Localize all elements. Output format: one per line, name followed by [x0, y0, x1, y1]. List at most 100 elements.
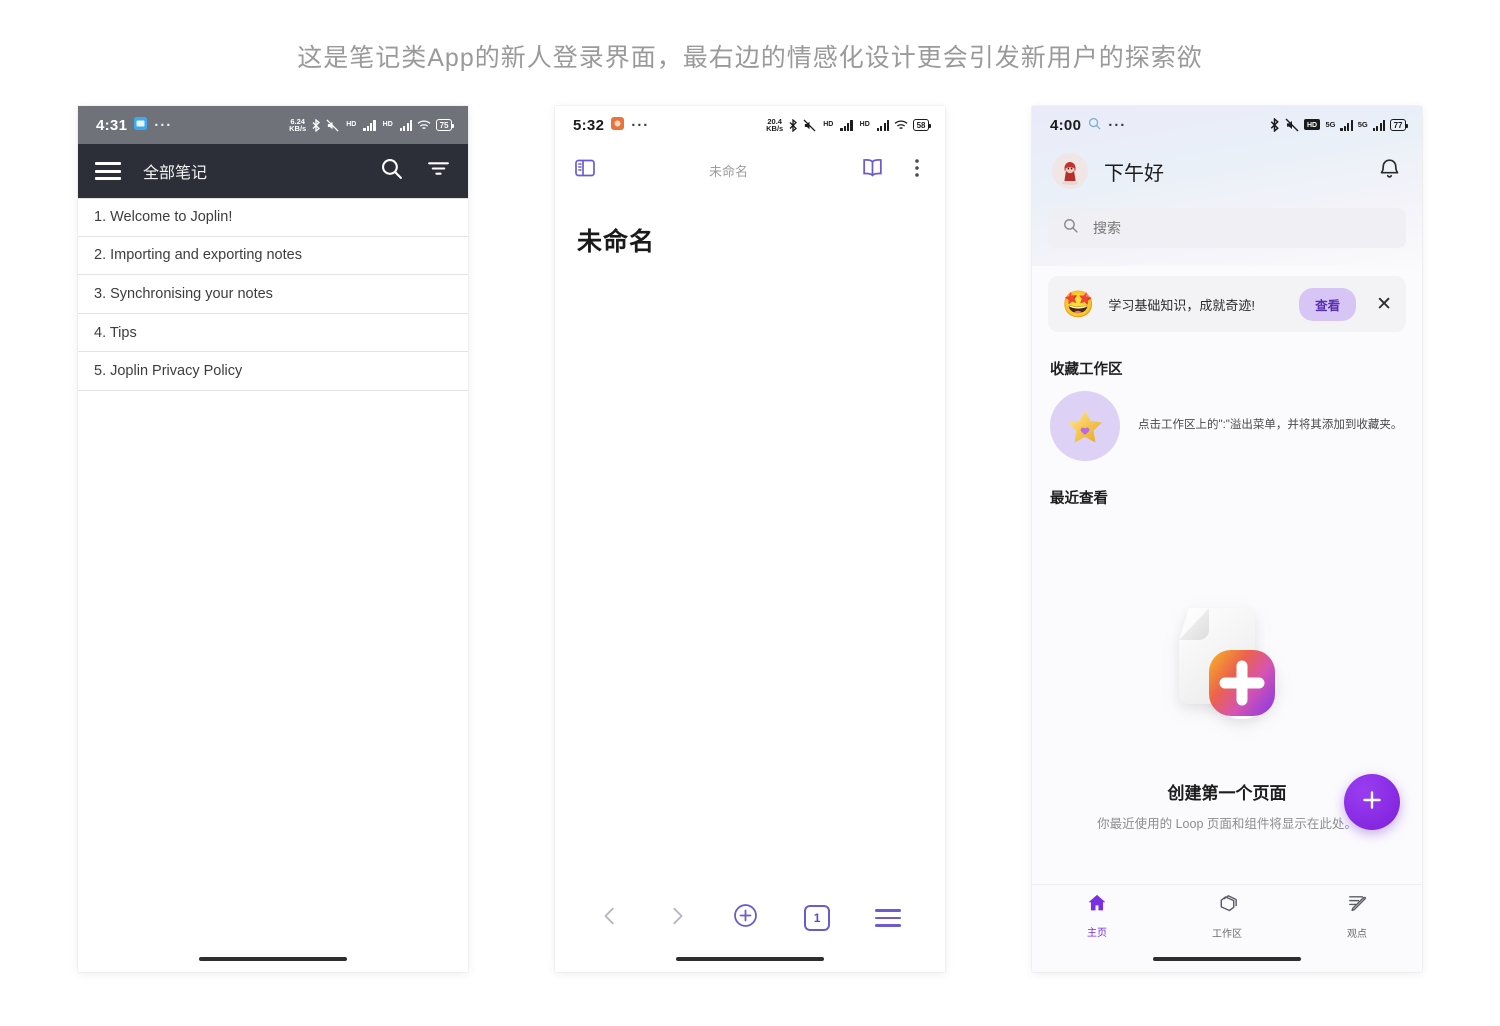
status-bar-1: 4:31 ··· 6.24 KB/s HD HD 75 [78, 106, 468, 144]
mute-icon [1285, 118, 1299, 132]
mute-icon [803, 118, 816, 132]
bluetooth-icon [788, 118, 798, 132]
svg-text:HD: HD [1307, 122, 1317, 129]
hd-badge-icon-2: HD [859, 121, 870, 128]
battery-icon: 75 [436, 119, 454, 131]
star-heart-icon [1050, 391, 1120, 461]
promo-banner: 🤩 学习基础知识，成就奇迹! 查看 ✕ [1048, 276, 1406, 332]
status-bar-3: 4:00 ··· HD 5G 5G 77 [1032, 106, 1422, 144]
status-time: 4:00 [1050, 116, 1082, 134]
document-title: 未命名 [577, 228, 656, 256]
phone-mockup-row: 4:31 ··· 6.24 KB/s HD HD 75 全部笔记 1. Welc… [0, 106, 1500, 972]
editor-app-bar: 未命名 [555, 144, 945, 196]
network-speed: 20.4 KB/s [766, 116, 784, 133]
editor-bottom-toolbar: 1 [555, 890, 945, 946]
mute-icon [326, 118, 339, 132]
list-item[interactable]: 2. Importing and exporting notes [78, 237, 468, 276]
list-item[interactable]: 5. Joplin Privacy Policy [78, 352, 468, 391]
promo-view-button[interactable]: 查看 [1299, 287, 1357, 321]
list-item[interactable]: 4. Tips [78, 314, 468, 353]
wifi-icon [417, 119, 431, 131]
phone-loop-home: 4:00 ··· HD 5G 5G 77 下午好 搜索 🤩 学习基础知识，成就奇… [1032, 106, 1422, 972]
chevron-left-icon[interactable] [599, 905, 621, 932]
plus-icon [1359, 787, 1385, 818]
overflow-menu-icon[interactable] [907, 157, 927, 184]
chevron-right-icon[interactable] [666, 905, 688, 932]
page-title: 全部笔记 [143, 165, 208, 182]
bluetooth-icon [311, 118, 321, 132]
promo-text: 学习基础知识，成就奇迹! [1108, 297, 1255, 313]
recent-section-title: 最近查看 [1050, 491, 1108, 507]
hd-badge-icon-2: HD [382, 121, 393, 128]
home-indicator[interactable] [199, 956, 347, 962]
editor-body[interactable]: 未命名 [555, 196, 945, 890]
hd-badge-icon-1: HD [823, 121, 834, 128]
search-icon [1062, 217, 1079, 239]
signal-bars-1 [363, 119, 376, 131]
status-bar-2: 5:32 ··· 20.4 KB/s HD HD 58 [555, 106, 945, 144]
bluetooth-icon [1269, 118, 1280, 132]
notification-bell-icon[interactable] [1377, 156, 1402, 186]
sidebar-toggle-icon[interactable] [573, 156, 597, 185]
phone-joplin: 4:31 ··· 6.24 KB/s HD HD 75 全部笔记 1. Welc… [78, 106, 468, 972]
home-indicator-wrap-3 [1032, 946, 1422, 972]
star-struck-emoji: 🤩 [1062, 289, 1095, 319]
status-app-icon [611, 116, 625, 134]
ideas-pen-icon [1346, 892, 1369, 920]
signal-bars-1 [1340, 119, 1353, 131]
nav-item-home[interactable]: 主页 [1032, 885, 1162, 946]
list-item[interactable]: 1. Welcome to Joplin! [78, 198, 468, 237]
note-list: 1. Welcome to Joplin! 2. Importing and e… [78, 198, 468, 946]
list-item[interactable]: 3. Synchronising your notes [78, 275, 468, 314]
home-indicator[interactable] [1153, 956, 1301, 962]
loop-content: 🤩 学习基础知识，成就奇迹! 查看 ✕ 收藏工作区 点击工作区上的":"溢出菜单… [1032, 266, 1422, 884]
hamburger-icon[interactable] [95, 162, 121, 180]
nav-item-ideas[interactable]: 观点 [1292, 885, 1422, 946]
status-dots: ··· [154, 116, 173, 134]
signal-bars-2 [399, 119, 413, 131]
home-indicator-wrap-1 [78, 946, 468, 972]
close-icon[interactable]: ✕ [1376, 295, 1392, 314]
network-speed: 6.24 KB/s [289, 116, 307, 133]
create-fab-button[interactable] [1344, 774, 1400, 830]
status-time: 4:31 [96, 116, 128, 134]
loop-header-area: 4:00 ··· HD 5G 5G 77 下午好 搜索 [1032, 106, 1422, 266]
status-dots: ··· [631, 116, 650, 134]
nav-item-workspace[interactable]: 工作区 [1162, 885, 1292, 946]
status-time: 5:32 [573, 116, 605, 134]
status-app-icon [134, 116, 148, 134]
nav-label-workspace: 工作区 [1212, 928, 1242, 940]
hamburger-icon[interactable] [874, 909, 901, 927]
joplin-app-bar: 全部笔记 [78, 144, 468, 198]
nav-label-home: 主页 [1087, 928, 1107, 939]
phone-note-editor: 5:32 ··· 20.4 KB/s HD HD 58 未命名 未命名 1 [555, 106, 945, 972]
greeting-text: 下午好 [1104, 162, 1164, 185]
empty-state-subtitle: 你最近使用的 Loop 页面和组件将显示在此处。 [1097, 817, 1357, 831]
search-placeholder: 搜索 [1093, 220, 1121, 236]
status-dots: ··· [1108, 116, 1127, 134]
bottom-navigation: 主页 工作区 观点 [1032, 884, 1422, 946]
book-icon[interactable] [860, 155, 885, 185]
page-with-plus-illustration [1137, 566, 1317, 751]
signal-bars-2 [1372, 119, 1386, 131]
page-caption: 这是笔记类App的新人登录界面，最右边的情感化设计更会引发新用户的探索欲 [297, 44, 1203, 72]
avatar[interactable] [1052, 153, 1088, 189]
plus-circle-icon[interactable] [732, 902, 759, 934]
wifi-icon [894, 119, 908, 131]
tab-count-badge[interactable]: 1 [804, 905, 831, 931]
status-app-icon [1088, 117, 1101, 134]
filter-icon[interactable] [426, 156, 451, 186]
home-icon [1086, 892, 1108, 919]
breadcrumb: 未命名 [708, 163, 748, 179]
nav-label-ideas: 观点 [1347, 928, 1367, 940]
battery-icon: 77 [1390, 119, 1408, 131]
favorites-empty-row: 点击工作区上的":"溢出菜单，并将其添加到收藏夹。 [1032, 379, 1422, 461]
workspace-icon [1216, 892, 1239, 920]
hd-badge-icon-1: HD [346, 121, 357, 128]
greeting-bar: 下午好 [1032, 144, 1422, 198]
home-indicator[interactable] [676, 956, 824, 962]
signal-bars-2 [876, 119, 890, 131]
home-indicator-wrap-2 [555, 946, 945, 972]
search-icon[interactable] [379, 156, 404, 186]
search-input[interactable]: 搜索 [1048, 208, 1406, 248]
